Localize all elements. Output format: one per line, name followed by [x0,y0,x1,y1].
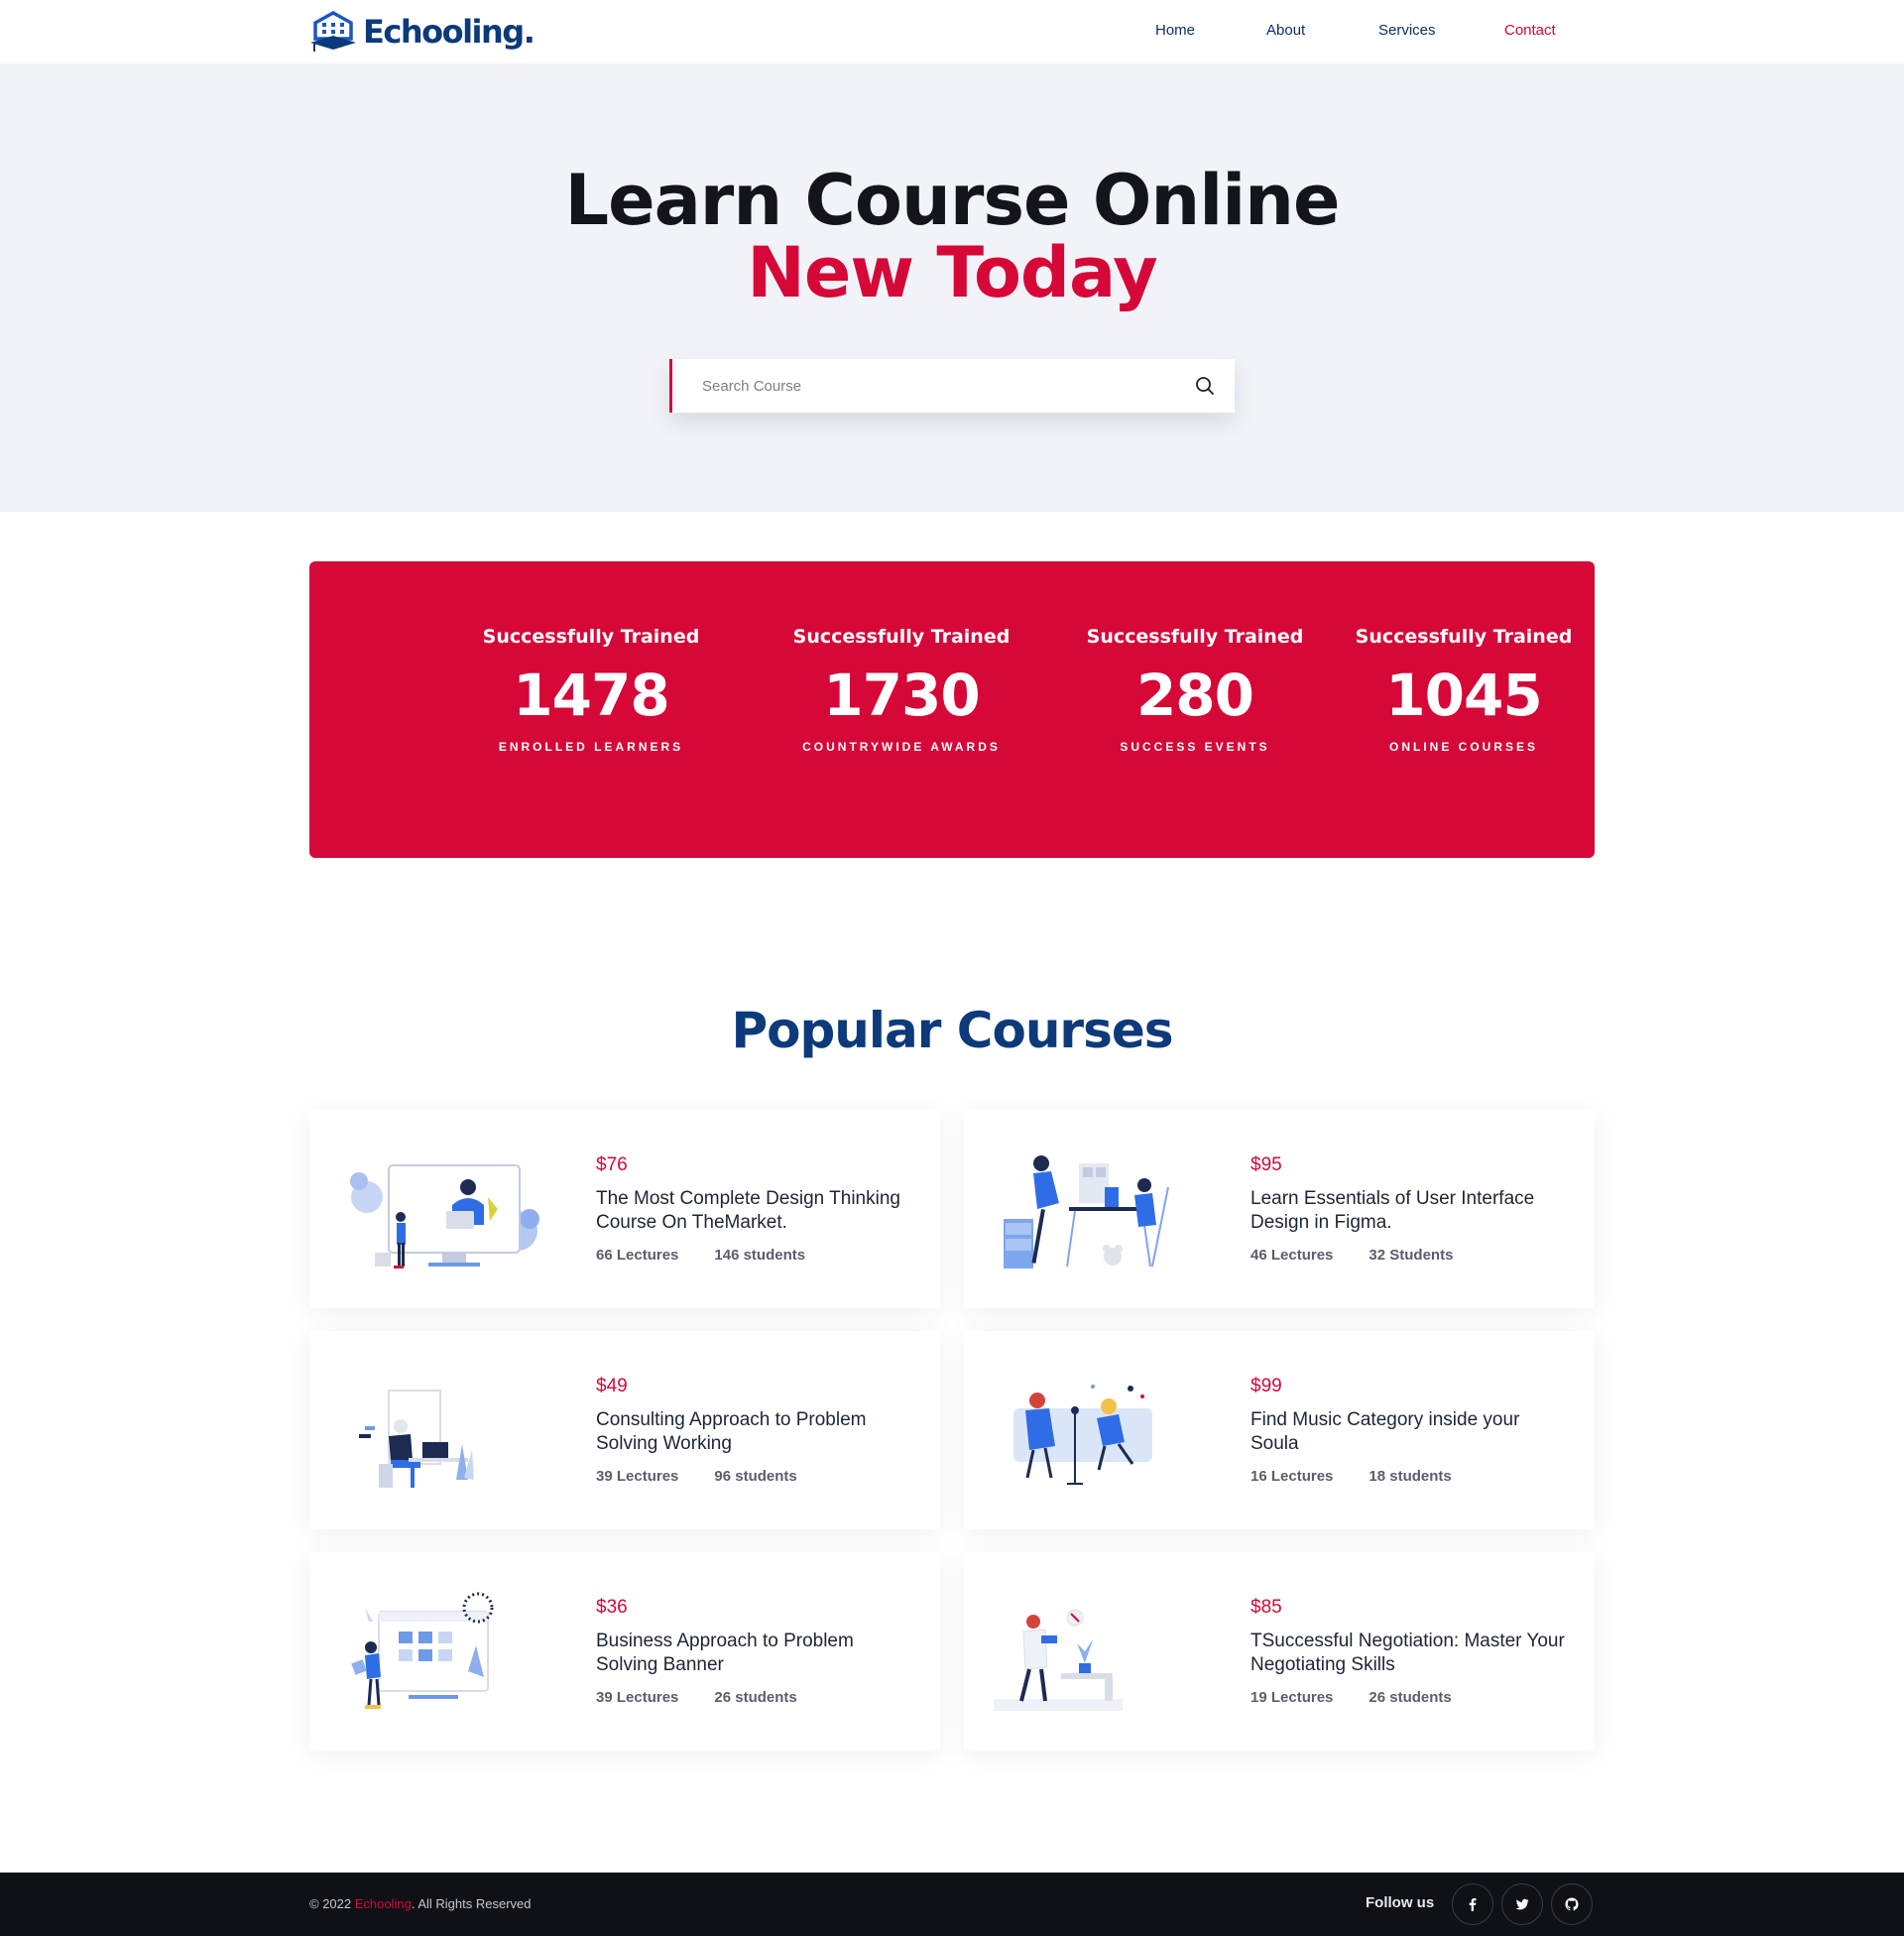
site-header: Echooling. Home About Services Contact [0,0,1904,63]
stat-enrolled-learners: Successfully Trained 1478 ENROLLED LEARN… [462,625,720,754]
course-students: 26 students [1368,1689,1452,1706]
stat-value: 1730 [823,662,980,729]
ui-design-illustration-icon [1004,1155,1169,1269]
course-lectures: 66 Lectures [596,1247,679,1264]
search-input[interactable] [672,359,1175,413]
course-title[interactable]: TSuccessful Negotiation: Master Your Neg… [1250,1630,1568,1677]
course-students: 32 Students [1368,1247,1454,1264]
course-search [669,359,1235,413]
stat-value: 280 [1135,662,1254,729]
nav-about[interactable]: About [1266,22,1305,39]
consulting-illustration-icon [359,1390,474,1488]
course-card[interactable]: $85 TSuccessful Negotiation: Master Your… [964,1552,1595,1751]
facebook-button[interactable] [1452,1883,1493,1925]
course-students: 26 students [714,1689,797,1706]
facebook-icon [1469,1898,1477,1911]
course-details: $85 TSuccessful Negotiation: Master Your… [1250,1596,1568,1706]
stat-title: Successfully Trained [1355,626,1573,648]
school-logo-icon [310,10,356,52]
course-students: 96 students [714,1468,797,1485]
course-title[interactable]: The Most Complete Design Thinking Course… [596,1187,913,1235]
course-details: $95 Learn Essentials of User Interface D… [1250,1153,1568,1264]
course-details: $49 Consulting Approach to Problem Solvi… [596,1375,913,1485]
stat-online-courses: Successfully Trained 1045 ONLINE COURSES [1335,625,1593,754]
stats-panel: Successfully Trained 1478 ENROLLED LEARN… [309,561,1595,858]
search-button[interactable] [1175,359,1235,413]
course-details: $99 Find Music Category inside your Soul… [1250,1375,1568,1485]
stat-value: 1478 [513,662,669,729]
copyright-prefix: © 2022 [309,1896,355,1911]
stat-title: Successfully Trained [482,626,700,648]
follow-us-label: Follow us [1366,1894,1435,1911]
course-lectures: 19 Lectures [1250,1689,1334,1706]
course-meta: 46 Lectures 32 Students [1250,1247,1568,1264]
stat-title: Successfully Trained [1086,626,1304,648]
stat-value: 1045 [1385,662,1542,729]
stat-countrywide-awards: Successfully Trained 1730 COUNTRYWIDE AW… [773,625,1030,754]
course-students: 146 students [714,1247,806,1264]
course-price: $76 [596,1154,628,1175]
copyright-text: © 2022 Echooling. All Rights Reserved [309,1896,532,1911]
course-price: $99 [1250,1376,1282,1396]
github-button[interactable] [1551,1883,1593,1925]
stat-label: ONLINE COURSES [1388,740,1538,754]
course-lectures: 39 Lectures [596,1468,679,1485]
course-title[interactable]: Find Music Category inside your Soula [1250,1408,1568,1456]
stat-label: SUCCESS EVENTS [1120,740,1270,754]
hero-subtitle: New Today [747,232,1157,313]
negotiation-illustration-icon [994,1609,1123,1711]
course-meta: 39 Lectures 26 students [596,1689,913,1706]
course-details: $36 Business Approach to Problem Solving… [596,1596,913,1706]
brand-name: Echooling. [363,13,536,51]
course-title[interactable]: Learn Essentials of User Interface Desig… [1250,1187,1568,1235]
course-title[interactable]: Business Approach to Problem Solving Ban… [596,1630,913,1677]
stat-label: COUNTRYWIDE AWARDS [802,740,1001,754]
course-card[interactable]: $99 Find Music Category inside your Soul… [964,1331,1595,1529]
course-card[interactable]: $95 Learn Essentials of User Interface D… [964,1110,1595,1308]
stat-title: Successfully Trained [792,626,1011,648]
nav-services[interactable]: Services [1378,22,1436,39]
stat-success-events: Successfully Trained 280 SUCCESS EVENTS [1066,625,1324,754]
course-meta: 39 Lectures 96 students [596,1468,913,1485]
course-title[interactable]: Consulting Approach to Problem Solving W… [596,1408,913,1456]
nav-home[interactable]: Home [1155,22,1195,39]
hero-title: Learn Course Online [564,160,1340,241]
github-icon [1565,1897,1579,1911]
course-lectures: 16 Lectures [1250,1468,1334,1485]
twitter-button[interactable] [1501,1883,1543,1925]
twitter-icon [1515,1898,1529,1910]
brand-logo[interactable]: Echooling. [309,8,536,56]
copyright-suffix: . All Rights Reserved [411,1896,532,1911]
course-meta: 16 Lectures 18 students [1250,1468,1568,1485]
business-illustration-icon [351,1592,494,1709]
course-card[interactable]: $36 Business Approach to Problem Solving… [309,1552,940,1751]
course-price: $49 [596,1376,628,1396]
course-card[interactable]: $49 Consulting Approach to Problem Solvi… [309,1331,940,1529]
design-thinking-illustration-icon [350,1164,539,1269]
popular-courses-title: Popular Courses [731,1002,1173,1059]
hero-section: Learn Course Online New Today [0,63,1904,512]
course-students: 18 students [1368,1468,1452,1485]
course-details: $76 The Most Complete Design Thinking Co… [596,1153,913,1264]
nav-contact[interactable]: Contact [1504,22,1556,39]
course-price: $95 [1250,1154,1282,1175]
search-icon [1196,377,1214,395]
course-meta: 66 Lectures 146 students [596,1247,913,1264]
stat-label: ENROLLED LEARNERS [498,740,684,754]
course-lectures: 39 Lectures [596,1689,679,1706]
copyright-brand[interactable]: Echooling [355,1896,412,1911]
course-meta: 19 Lectures 26 students [1250,1689,1568,1706]
course-card[interactable]: $76 The Most Complete Design Thinking Co… [309,1110,940,1308]
site-footer: © 2022 Echooling. All Rights Reserved Fo… [0,1873,1904,1936]
music-illustration-icon [1013,1385,1152,1485]
course-lectures: 46 Lectures [1250,1247,1334,1264]
course-price: $85 [1250,1597,1282,1618]
course-price: $36 [596,1597,628,1618]
